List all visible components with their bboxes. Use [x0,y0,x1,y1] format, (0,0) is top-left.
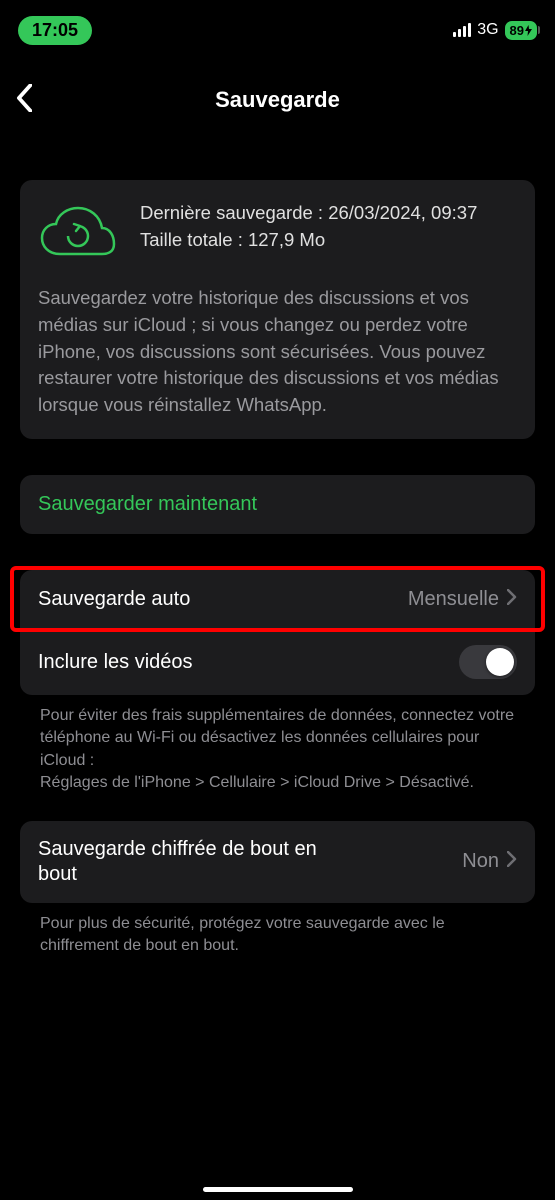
page-title: Sauvegarde [215,87,340,113]
toggle-knob [486,648,514,676]
home-indicator[interactable] [203,1187,353,1192]
e2e-label: Sauvegarde chiffrée de bout en bout [38,837,358,887]
chevron-right-icon [507,588,517,611]
e2e-note: Pour plus de sécurité, protégez votre sa… [20,903,535,958]
status-bar: 17:05 3G 89 [0,0,555,50]
backup-info-text: Dernière sauvegarde : 26/03/2024, 09:37 … [140,200,477,254]
battery-percent: 89 [510,23,524,38]
cloud-refresh-icon [38,204,118,267]
backup-now-label: Sauvegarder maintenant [38,493,517,516]
nav-header: Sauvegarde [0,70,555,130]
signal-icon [453,23,471,37]
include-videos-label: Inclure les vidéos [38,651,193,674]
auto-backup-row[interactable]: Sauvegarde auto Mensuelle [20,570,535,628]
total-size-label: Taille totale : 127,9 Mo [140,227,477,254]
status-right: 3G 89 [453,21,537,40]
chevron-right-icon [507,850,517,873]
last-backup-label: Dernière sauvegarde : 26/03/2024, 09:37 [140,200,477,227]
auto-backup-value: Mensuelle [408,588,499,611]
settings-group-e2e: Sauvegarde chiffrée de bout en bout Non [20,821,535,903]
e2e-encryption-row[interactable]: Sauvegarde chiffrée de bout en bout Non [20,821,535,903]
auto-backup-label: Sauvegarde auto [38,588,190,611]
backup-info-panel: Dernière sauvegarde : 26/03/2024, 09:37 … [20,180,535,439]
network-label: 3G [477,21,498,39]
e2e-value: Non [462,850,499,873]
backup-now-button[interactable]: Sauvegarder maintenant [20,475,535,534]
include-videos-toggle[interactable] [459,645,517,679]
status-time: 17:05 [18,16,92,45]
backup-description: Sauvegardez votre historique des discuss… [38,285,517,419]
battery-icon: 89 [505,21,537,40]
settings-group-auto: Sauvegarde auto Mensuelle Inclure les vi… [20,570,535,695]
include-videos-row: Inclure les vidéos [20,629,535,695]
back-button[interactable] [16,84,32,117]
data-warning-note: Pour éviter des frais supplémentaires de… [20,695,535,795]
